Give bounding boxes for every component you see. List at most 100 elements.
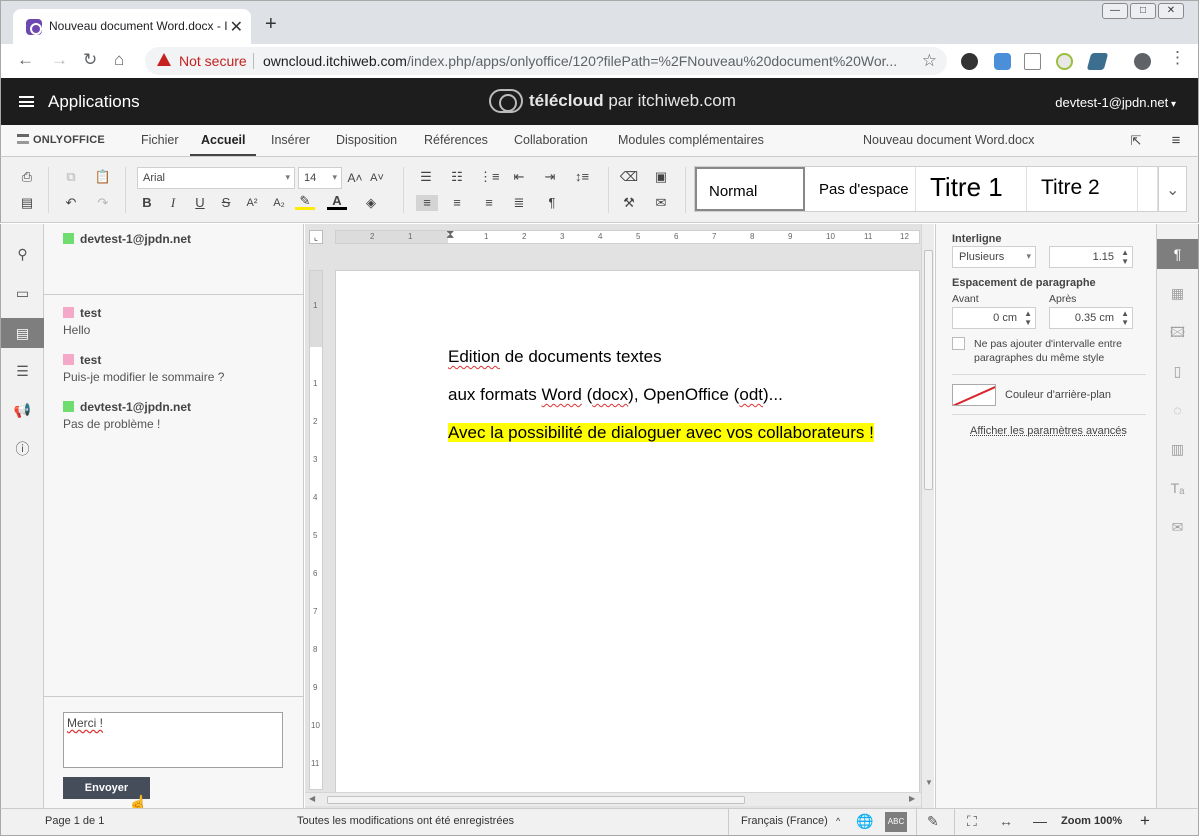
page-indicator[interactable]: Page 1 de 1: [45, 815, 104, 827]
close-window-button[interactable]: ✕: [1158, 3, 1184, 19]
spinner-arrows-icon[interactable]: ▲ ▼: [1121, 248, 1129, 266]
multilevel-list-icon[interactable]: ⋮≡: [479, 169, 500, 185]
tab-stop-icon[interactable]: ⌞: [309, 230, 323, 244]
profile-avatar-icon[interactable]: [1134, 53, 1151, 70]
hamburger-menu-icon[interactable]: [19, 96, 34, 107]
numbered-list-icon[interactable]: ☷: [447, 169, 467, 185]
spinner-arrows-icon[interactable]: ▲ ▼: [1121, 309, 1129, 327]
url-text[interactable]: owncloud.itchiweb.com/index.php/apps/onl…: [263, 53, 903, 69]
copy-style-icon[interactable]: ⚒: [619, 195, 639, 211]
search-icon[interactable]: ⚲: [1, 239, 44, 269]
horizontal-scroll-thumb[interactable]: [327, 796, 745, 804]
paragraph-1[interactable]: Edition de documents textes: [448, 347, 662, 367]
tab-references[interactable]: Références: [424, 133, 488, 147]
tab-inserer[interactable]: Insérer: [271, 133, 310, 147]
shape-settings-icon[interactable]: ◌: [1157, 395, 1198, 425]
superscript-button[interactable]: A²: [242, 195, 262, 211]
style-normal[interactable]: Normal: [695, 167, 805, 211]
redo-icon[interactable]: ↷: [93, 195, 113, 211]
zoom-out-button[interactable]: —: [1033, 813, 1047, 829]
highlight-color-icon[interactable]: ✎: [295, 194, 315, 210]
paragraph-2[interactable]: aux formats Word (docx), OpenOffice (odt…: [448, 385, 783, 405]
header-footer-icon[interactable]: ▯: [1157, 356, 1198, 386]
bookmark-star-icon[interactable]: ☆: [922, 51, 937, 71]
font-color-icon[interactable]: A: [327, 194, 347, 210]
bullet-list-icon[interactable]: ☰: [416, 169, 436, 185]
align-left-icon[interactable]: ≡: [416, 195, 438, 211]
grow-font-button[interactable]: A˄: [345, 170, 365, 186]
eraser-icon[interactable]: ⌫: [619, 169, 639, 185]
paragraph-3[interactable]: Avec la possibilité de dialoguer avec vo…: [448, 423, 874, 443]
scroll-left-arrow-icon[interactable]: ◀: [309, 794, 315, 803]
no-interval-checkbox[interactable]: [952, 337, 965, 350]
subscript-button[interactable]: A₂: [269, 195, 289, 211]
italic-button[interactable]: I: [163, 195, 183, 211]
undo-icon[interactable]: ↶: [61, 195, 81, 211]
shield-extension-icon[interactable]: [1056, 53, 1073, 70]
line-spacing-mode-select[interactable]: Plusieurs ▾: [952, 246, 1036, 268]
image-settings-icon[interactable]: 🖾: [1157, 317, 1198, 347]
tab-fichier[interactable]: Fichier: [141, 133, 179, 147]
paste-icon[interactable]: 📋: [93, 169, 113, 185]
horizontal-ruler[interactable]: 2 1 ⧗ 1 2 3 4 5 6 7 8 9 10 11 12: [335, 230, 920, 244]
font-name-select[interactable]: Arial ▾: [137, 167, 295, 189]
shrink-font-button[interactable]: A˅: [367, 170, 387, 186]
spellcheck-icon[interactable]: ABC: [885, 812, 907, 832]
fit-page-icon[interactable]: ⛶: [967, 813, 977, 830]
document-page[interactable]: Edition de documents textes aux formats …: [335, 270, 920, 794]
feather-extension-icon[interactable]: [1086, 53, 1109, 70]
applications-menu[interactable]: Applications: [48, 92, 140, 112]
language-select[interactable]: Français (France): [741, 815, 828, 827]
tab-collaboration[interactable]: Collaboration: [514, 133, 588, 147]
tab-accueil[interactable]: Accueil: [201, 133, 245, 147]
chat-input[interactable]: Merci !: [63, 712, 283, 768]
zoom-level[interactable]: Zoom 100%: [1061, 815, 1122, 827]
vertical-scroll-thumb[interactable]: [924, 250, 933, 490]
view-settings-icon[interactable]: ≡: [1166, 133, 1186, 149]
lock-extension-icon[interactable]: [961, 53, 978, 70]
lastpass-extension-icon[interactable]: [1024, 53, 1041, 70]
chart-settings-icon[interactable]: ▥: [1157, 434, 1198, 464]
decrease-indent-icon[interactable]: ⇤: [509, 169, 529, 185]
font-size-select[interactable]: 14 ▾: [298, 167, 342, 189]
advanced-settings-link[interactable]: Afficher les paramètres avancés: [970, 425, 1127, 437]
minimize-button[interactable]: —: [1102, 3, 1128, 19]
table-settings-icon[interactable]: ▦: [1157, 278, 1198, 308]
style-expand-chevron-icon[interactable]: ⌄: [1158, 167, 1186, 211]
globe-icon[interactable]: 🌐: [856, 813, 873, 830]
address-bar[interactable]: Not secure owncloud.itchiweb.com/index.p…: [145, 47, 947, 75]
spacing-before-input[interactable]: 0 cm ▲ ▼: [952, 307, 1036, 329]
scroll-right-arrow-icon[interactable]: ▶: [909, 794, 915, 803]
line-spacing-icon[interactable]: ↕≡: [572, 169, 592, 185]
background-color-picker[interactable]: [952, 384, 996, 406]
print-icon[interactable]: ⎙: [17, 169, 37, 185]
chat-icon[interactable]: ▤: [1, 318, 44, 348]
forward-arrow-icon[interactable]: →: [51, 50, 68, 70]
line-spacing-value-input[interactable]: 1.15 ▲ ▼: [1049, 246, 1133, 268]
spell-error-word[interactable]: Edition: [448, 347, 500, 366]
horizontal-scrollbar[interactable]: ◀ ▶: [305, 792, 921, 806]
tab-disposition[interactable]: Disposition: [336, 133, 397, 147]
bold-button[interactable]: B: [137, 195, 157, 211]
vertical-scrollbar[interactable]: ▼: [921, 224, 934, 808]
style-titre-2[interactable]: Titre 2: [1027, 167, 1138, 211]
style-pas-despace[interactable]: Pas d'espace: [805, 167, 916, 211]
save-icon[interactable]: ▤: [17, 195, 37, 211]
home-icon[interactable]: ⌂: [114, 50, 124, 70]
track-changes-icon[interactable]: ✎: [927, 813, 939, 830]
textart-settings-icon[interactable]: Tₐ: [1157, 473, 1198, 503]
security-label[interactable]: Not secure: [179, 53, 247, 69]
paragraph-mark-button[interactable]: ¶: [542, 195, 562, 211]
mail-merge-icon[interactable]: ✉: [651, 195, 671, 211]
new-tab-button[interactable]: +: [265, 13, 277, 36]
navigation-icon[interactable]: ☰: [1, 356, 44, 386]
feedback-icon[interactable]: 📢: [1, 395, 44, 425]
scroll-down-arrow-icon[interactable]: ▼: [925, 778, 933, 787]
about-icon[interactable]: ⓘ: [1, 434, 44, 464]
align-center-icon[interactable]: ≡: [447, 195, 467, 211]
shading-icon[interactable]: ▣: [651, 169, 671, 185]
browser-tab[interactable]: Nouveau document Word.docx - Itc ✕: [13, 9, 251, 45]
chevron-up-icon[interactable]: ^: [836, 816, 840, 826]
increase-indent-icon[interactable]: ⇥: [540, 169, 560, 185]
mail-merge-settings-icon[interactable]: ✉: [1157, 512, 1198, 542]
